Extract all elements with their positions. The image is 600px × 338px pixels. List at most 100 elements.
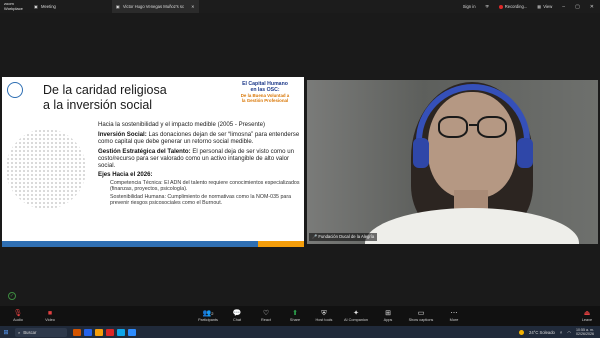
host-tools-label: Host tools <box>315 317 333 322</box>
leave-icon: ⏏ <box>583 309 591 317</box>
sparkle-icon: ✦ <box>353 309 359 317</box>
video-off-icon: ■ <box>47 309 53 317</box>
audio-button[interactable]: 🎙 Audio <box>4 306 32 326</box>
wifi-icon[interactable]: ◠ <box>567 330 571 335</box>
participants-count: 2 <box>211 310 214 316</box>
taskbar-clock[interactable]: 10:55 a. m. 02/26/2026 <box>576 328 594 337</box>
close-icon[interactable]: ✕ <box>191 4 195 9</box>
apps-button[interactable]: ⊞ Apps <box>374 306 402 326</box>
slide-footer-bar <box>2 241 304 247</box>
slide-intro: Hacia la sostenibilidad y el impacto med… <box>98 121 265 128</box>
taskbar-folder-icon[interactable] <box>95 328 103 336</box>
record-icon <box>498 4 503 9</box>
shield-icon: ⛨ <box>321 309 327 317</box>
clock-date: 02/26/2026 <box>576 332 594 336</box>
tab-share-label: Victor Hugo Venegas Muñoz's sc <box>122 4 185 9</box>
system-tray: 24°C Soleado ˄ ◠ 10:55 a. m. 02/26/2026 <box>519 328 600 337</box>
slide-subpoint: Sostenibilidad Humana: Cumplimiento de n… <box>110 193 292 206</box>
show-captions-button[interactable]: ▭ Show captions <box>403 306 439 326</box>
react-button[interactable]: ♡ React <box>252 306 280 326</box>
slide-title-line: De la caridad religiosa <box>43 83 167 97</box>
point-heading: Ejes Hacia el 2026: <box>98 171 153 179</box>
window-close-icon[interactable]: ✕ <box>590 4 594 10</box>
windows-start-icon[interactable]: ⊞ <box>0 329 12 336</box>
slide-title: De la caridad religiosa a la inversión s… <box>43 83 167 113</box>
recording-indicator[interactable]: Recording... <box>498 4 528 9</box>
leave-button[interactable]: ⏏ Leave <box>573 306 600 326</box>
share-label: Share <box>289 317 301 322</box>
participants-icon: 👥2 <box>202 309 214 317</box>
taskbar-app-icon[interactable] <box>84 328 92 336</box>
taskbar-zoom-icon[interactable] <box>128 328 136 336</box>
host-tools-button[interactable]: ⛨ Host tools <box>310 306 338 326</box>
participants-label: Participants <box>198 317 218 322</box>
titlebar-controls: Sign in ⛨ Recording... ▦ View – ▢ ✕ <box>463 4 600 10</box>
tab-meeting-label: Meeting <box>40 4 56 9</box>
slide-point: Ejes Hacia el 2026: <box>98 171 302 179</box>
search-placeholder: Buscar <box>23 329 37 335</box>
slide-point: Gestión Estratégica del Talento: El pers… <box>98 148 302 170</box>
headphone-right <box>517 138 533 168</box>
meeting-toolbar: 🎙 Audio ■ Video 👥2 Participants 💬 Chat ♡… <box>0 306 600 326</box>
logo-subtext: Workplace <box>4 5 23 11</box>
weather-label[interactable]: 24°C Soleado <box>529 330 555 335</box>
ai-companion-button[interactable]: ✦ AI Companion <box>339 306 373 326</box>
leave-label: Leave <box>581 317 593 322</box>
show-captions-label: Show captions <box>408 317 434 322</box>
meeting-icon: ▣ <box>34 4 38 9</box>
search-icon: ⌕ <box>18 329 21 335</box>
recording-label: Recording... <box>504 4 528 9</box>
share-arrow-icon: ⬆ <box>292 309 298 317</box>
toolbar-center-group: 👥2 Participants 💬 Chat ♡ React ⬆ Share ⛨… <box>194 306 468 326</box>
participants-button[interactable]: 👥2 Participants <box>194 306 222 326</box>
title-bar: zoom Workplace ▣ Meeting ▣ Victor Hugo V… <box>0 0 600 13</box>
taskbar-search[interactable]: ⌕ Buscar <box>15 327 67 337</box>
taskbar-app-icon[interactable] <box>73 328 81 336</box>
mic-muted-icon: 🎙 <box>13 309 23 317</box>
badge-subline: la Gestión Profesional <box>241 98 289 104</box>
slide-footer-accent <box>258 241 304 247</box>
slide-circle-icon <box>7 82 23 98</box>
video-button[interactable]: ■ Video <box>36 306 64 326</box>
slide-badge: El Capital Humano en las OSC: De la Buen… <box>228 81 302 104</box>
slide-body: Hacia la sostenibilidad y el impacto med… <box>98 121 302 207</box>
encryption-shield-icon[interactable]: ✓ <box>8 292 16 300</box>
video-label: Video <box>45 317 55 322</box>
screen-share-icon: ▣ <box>115 4 120 9</box>
apps-label: Apps <box>383 317 393 322</box>
ai-companion-label: AI Companion <box>343 317 369 322</box>
tray-chevron-icon[interactable]: ˄ <box>560 330 562 335</box>
os-taskbar: ⊞ ⌕ Buscar 24°C Soleado ˄ ◠ 10:55 a. m. … <box>0 326 600 338</box>
signin-button[interactable]: Sign in <box>463 4 476 9</box>
participant-name-label: 🎤 Fundación Ducal de la Alegría <box>309 233 378 241</box>
taskbar-app-icon[interactable] <box>106 328 114 336</box>
maximize-icon[interactable]: ▢ <box>575 4 580 10</box>
headphone-left <box>413 138 429 168</box>
react-label: React <box>261 317 271 322</box>
captions-icon: ▭ <box>417 309 425 317</box>
weather-sun-icon <box>519 329 524 335</box>
participant-video[interactable]: 🎤 Fundación Ducal de la Alegría <box>307 80 598 244</box>
share-button[interactable]: ⬆ Share <box>281 306 309 326</box>
taskbar-app-icon[interactable] <box>117 328 125 336</box>
mic-muted-icon: 🎤 <box>312 234 318 239</box>
zoom-window: zoom Workplace ▣ Meeting ▣ Victor Hugo V… <box>0 0 600 338</box>
zoom-logo: zoom Workplace <box>0 1 30 11</box>
tab-meeting[interactable]: ▣ Meeting <box>30 0 60 13</box>
view-label: View <box>543 4 553 9</box>
heart-icon: ♡ <box>262 309 270 317</box>
participant-name: Fundación Ducal de la Alegría <box>318 234 375 239</box>
view-button[interactable]: ▦ View <box>537 4 552 9</box>
slide-point: Inversión Social: Las donaciones dejan d… <box>98 131 302 146</box>
more-button[interactable]: ⋯ More <box>440 306 468 326</box>
slide-title-line: a la inversión social <box>43 98 153 112</box>
security-icon[interactable]: ⛨ <box>486 4 489 9</box>
taskbar-apps <box>73 328 136 336</box>
more-dots-icon: ⋯ <box>450 309 458 317</box>
chat-button[interactable]: 💬 Chat <box>223 306 251 326</box>
tab-screen-share[interactable]: ▣ Victor Hugo Venegas Muñoz's sc ✕ <box>111 0 199 13</box>
chat-icon: 💬 <box>232 309 242 317</box>
minimize-icon[interactable]: – <box>562 4 565 10</box>
toolbar-left-group: 🎙 Audio ■ Video <box>4 306 64 326</box>
chat-label: Chat <box>232 317 242 322</box>
